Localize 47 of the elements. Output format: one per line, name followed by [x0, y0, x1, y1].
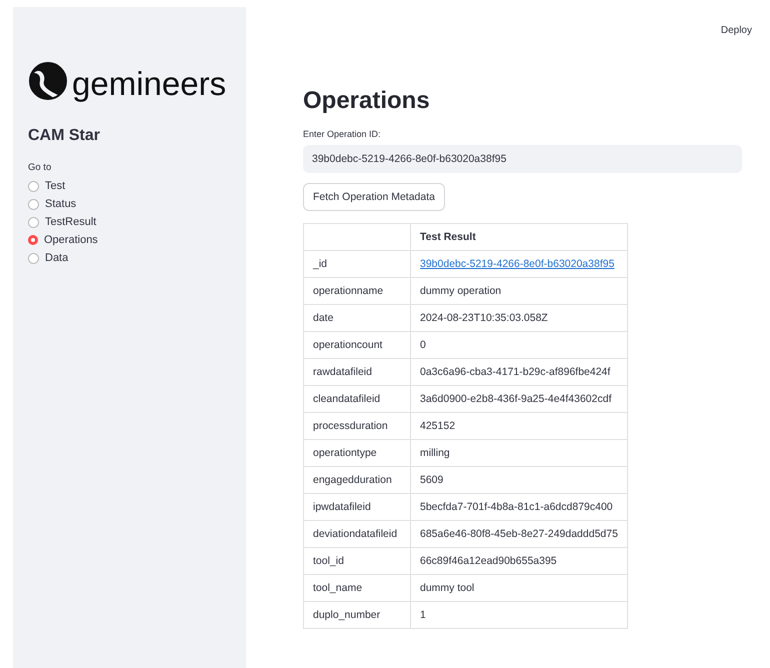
row-key: duplo_number [304, 602, 410, 628]
row-key: processduration [304, 412, 410, 440]
row-key: cleandatafileid [304, 386, 410, 412]
table-cell: dummy operation [410, 278, 628, 304]
radio-icon[interactable] [28, 252, 39, 264]
radio-icon[interactable] [28, 235, 38, 245]
deploy-link[interactable]: Deploy [720, 25, 752, 53]
row-key: ipwdatafileid [304, 494, 410, 520]
table-cell: 3a6d0900-e2b8-436f-9a25-4e4f43602cdf [410, 386, 628, 412]
nav-radio-item[interactable]: Operations [28, 233, 246, 247]
table-cell: 685a6e46-80f8-45eb-8e27-249daddd5d75 [410, 520, 628, 548]
row-key: date [304, 304, 410, 332]
row-key: rawdatafileid [304, 358, 410, 386]
row-key: operationcount [304, 332, 410, 358]
nav-radio-item[interactable]: TestResult [28, 215, 246, 229]
field-label: Enter Operation ID: [303, 129, 381, 139]
table-cell: 0a3c6a96-cba3-4171-b29c-af896fbe424f [410, 358, 628, 386]
row-key: operationtype [304, 440, 410, 466]
radio-icon[interactable] [28, 198, 39, 210]
table-cell: 5609 [410, 466, 628, 494]
nav-radio-item[interactable]: Data [28, 251, 246, 265]
table-cell: 1 [410, 602, 628, 628]
sidebar-title: CAM Star [28, 127, 102, 145]
nav-label: Go to [28, 162, 52, 173]
row-key: _id [304, 250, 410, 278]
table-cell: 5becfda7-701f-4b8a-81c1-a6dcd879c400 [410, 494, 628, 520]
radio-icon[interactable] [28, 180, 39, 192]
row-key: tool_id [304, 548, 410, 574]
row-key: engagedduration [304, 466, 410, 494]
table-cell: 66c89f46a12ead90b655a395 [410, 548, 628, 574]
column-header: Test Result [410, 224, 628, 250]
table-cell: milling [410, 440, 628, 466]
nav-radio-item[interactable]: Status [28, 197, 246, 211]
operation-id-field[interactable]: 39b0debc-5219-4266-8e0f-b63020a38f95 [303, 145, 742, 173]
radio-icon[interactable] [28, 216, 39, 228]
table-cell: 425152 [410, 412, 628, 440]
row-key: operationname [304, 278, 410, 304]
row-key: tool_name [304, 574, 410, 602]
logo-icon [28, 61, 68, 101]
nav-radio-item[interactable]: Test [28, 179, 246, 193]
table-cell: 0 [410, 332, 628, 358]
logo-text: gemineers [72, 65, 226, 103]
table-cell: dummy tool [410, 574, 628, 602]
page-title: Operations [303, 87, 430, 115]
fetch-button[interactable]: Fetch Operation Metadata [303, 183, 445, 211]
table-cell: 2024-08-23T10:35:03.058Z [410, 304, 628, 332]
row-key: deviationdatafileid [304, 520, 410, 548]
